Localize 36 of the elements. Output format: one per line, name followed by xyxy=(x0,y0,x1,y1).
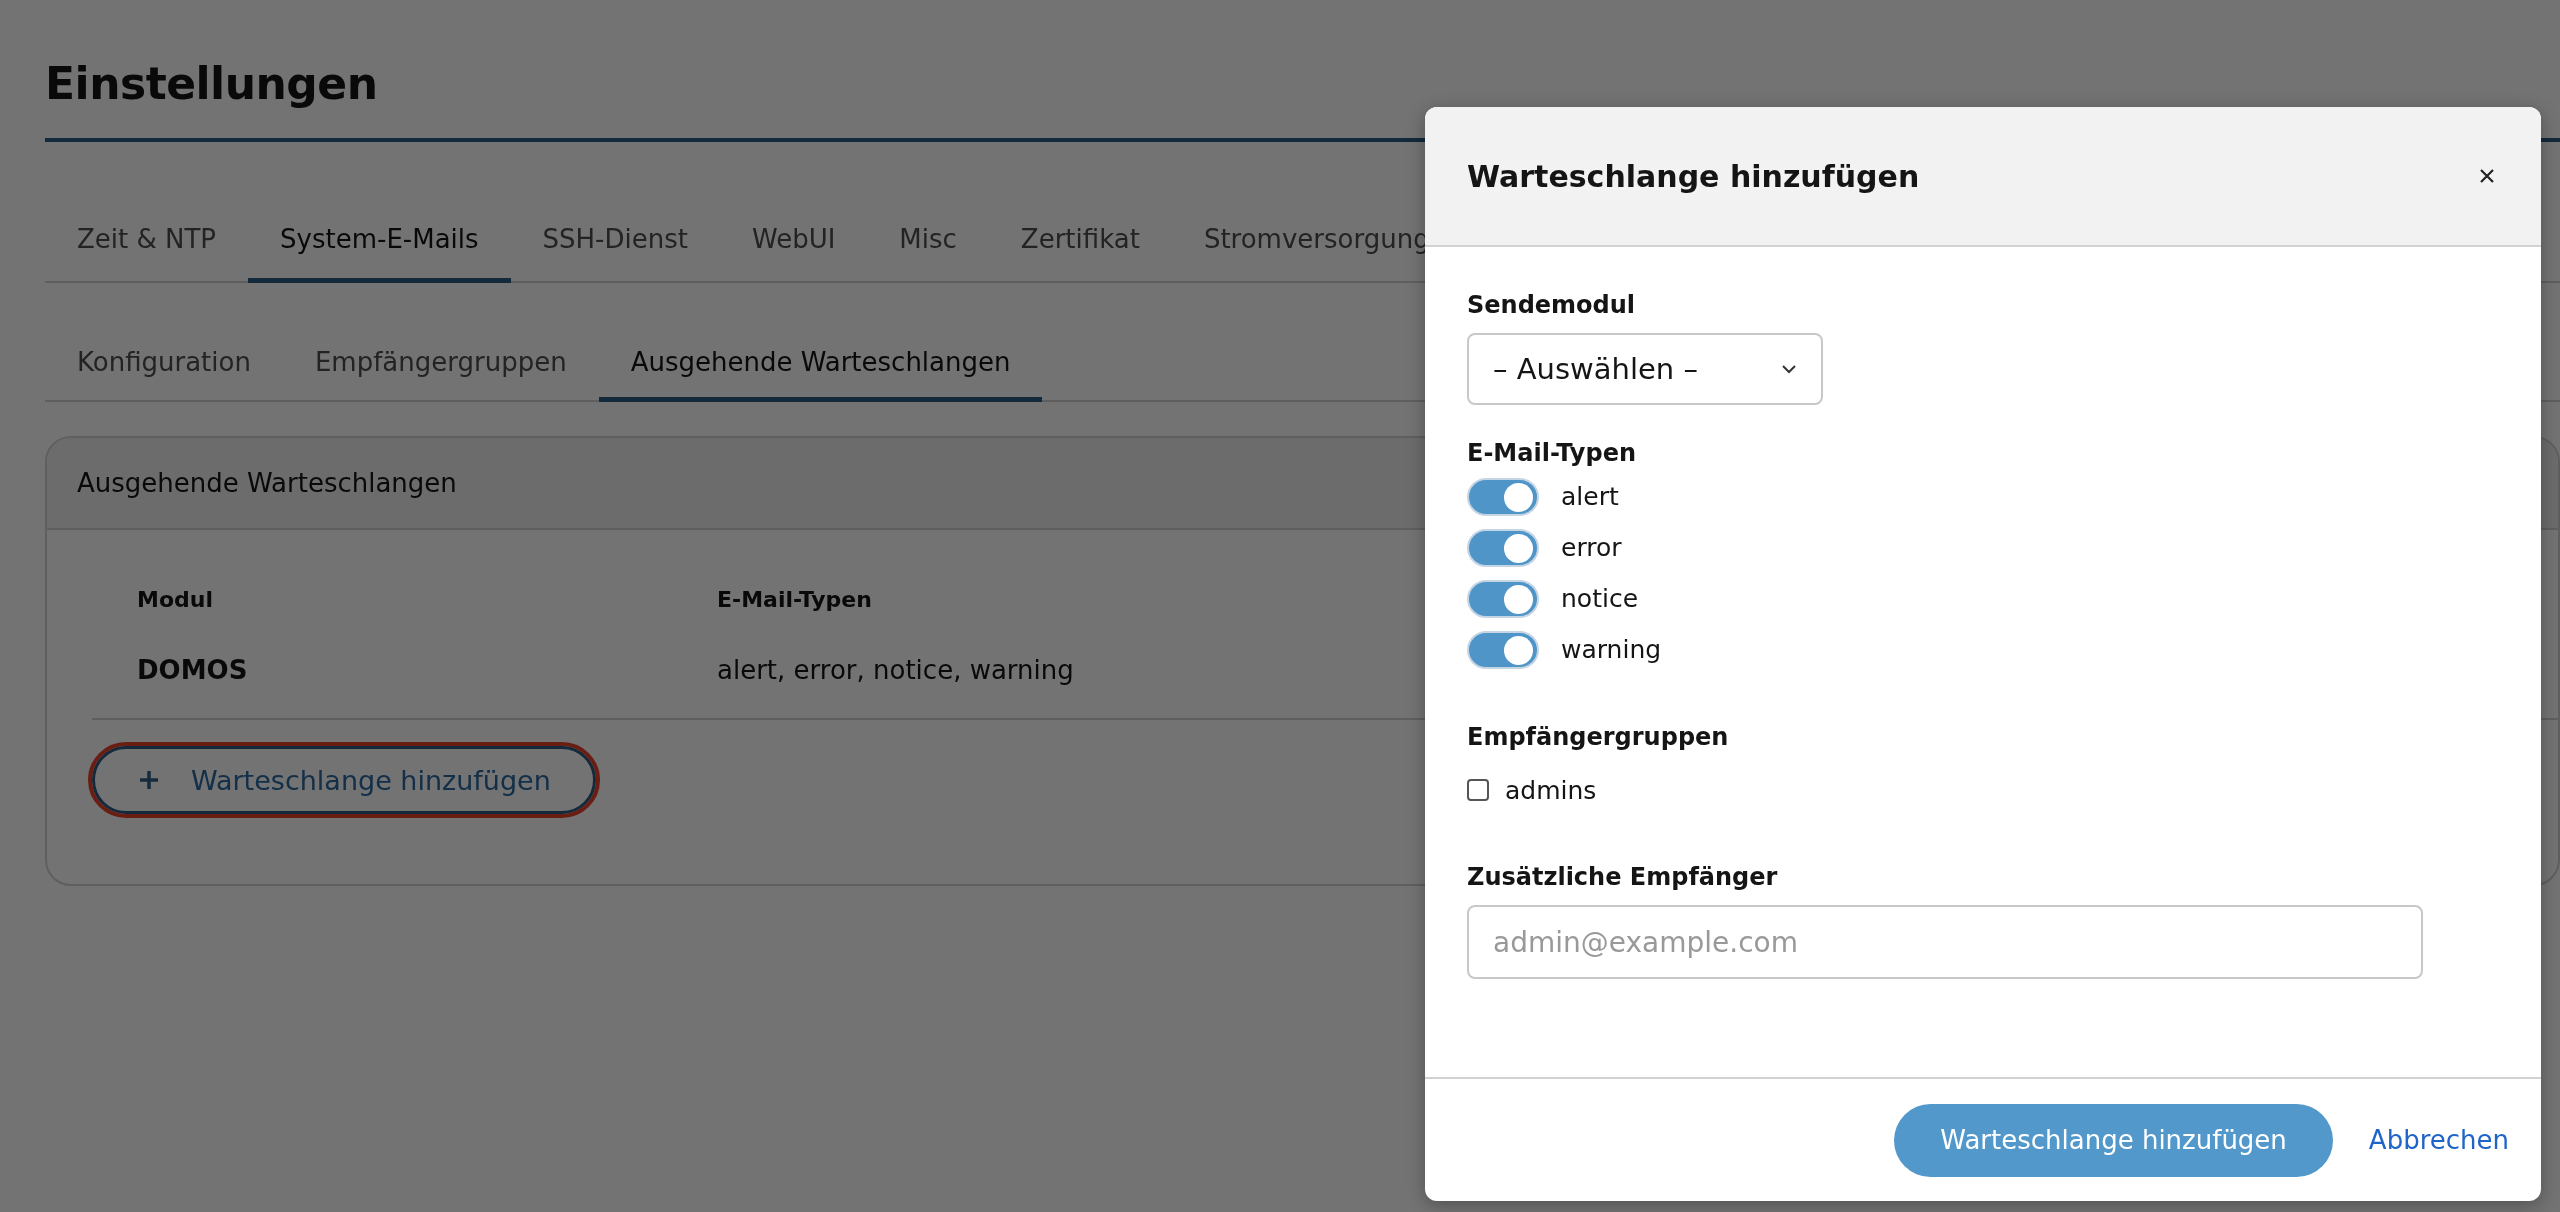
column-header: E-Mail-Typen xyxy=(717,586,873,614)
dialog-title: Warteschlange hinzufügen xyxy=(1467,158,1920,194)
close-icon xyxy=(2479,168,2495,184)
email-input-field[interactable]: admin@example.com xyxy=(1467,905,2423,979)
tab[interactable]: SSH-Dienst xyxy=(510,202,720,283)
field-label: Empfängergruppen xyxy=(1467,722,1730,753)
toggle-label: notice xyxy=(1561,584,1638,613)
select-dropdown[interactable]: – Auswählen – xyxy=(1467,333,1823,405)
toggle-label: alert xyxy=(1561,482,1619,511)
tab[interactable]: Zeit & NTP xyxy=(45,202,249,283)
chevron-down-icon xyxy=(1781,364,1797,374)
field-label: Sendemodul xyxy=(1467,290,1637,321)
page-title: Einstellungen xyxy=(45,57,379,111)
checkbox-label: admins xyxy=(1505,775,1597,805)
cancel-link[interactable]: Abbrechen xyxy=(2368,1125,2509,1155)
toggle-label: warning xyxy=(1561,635,1662,664)
tab[interactable]: Zertifikat xyxy=(988,202,1172,283)
toggle-switch[interactable] xyxy=(1467,477,1539,516)
column-header: Modul xyxy=(137,586,214,614)
tab[interactable]: Empfängergruppen xyxy=(282,329,599,402)
field-label: E-Mail-Typen xyxy=(1467,438,1638,469)
tab[interactable]: Ausgehende Warteschlangen xyxy=(598,329,1043,402)
checkbox[interactable] xyxy=(1467,779,1489,801)
plus-icon xyxy=(137,768,161,792)
toggle-switch[interactable] xyxy=(1467,630,1539,669)
field-label: Zusätzliche Empfänger xyxy=(1467,862,1779,893)
toggle-switch[interactable] xyxy=(1467,579,1539,618)
table-cell-text: DOMOS xyxy=(137,654,249,687)
toggle-label: error xyxy=(1561,533,1622,562)
tab[interactable]: System-E-Mails xyxy=(248,202,511,283)
add-queue-button[interactable]: Warteschlange hinzufügen xyxy=(1894,1103,2333,1177)
table-cell-text: alert, error, notice, warning xyxy=(717,654,1074,687)
toggle-switch[interactable] xyxy=(1467,528,1539,567)
tab[interactable]: Konfiguration xyxy=(45,329,283,402)
tab[interactable]: WebUI xyxy=(719,202,868,283)
tab[interactable]: Misc xyxy=(867,202,989,283)
